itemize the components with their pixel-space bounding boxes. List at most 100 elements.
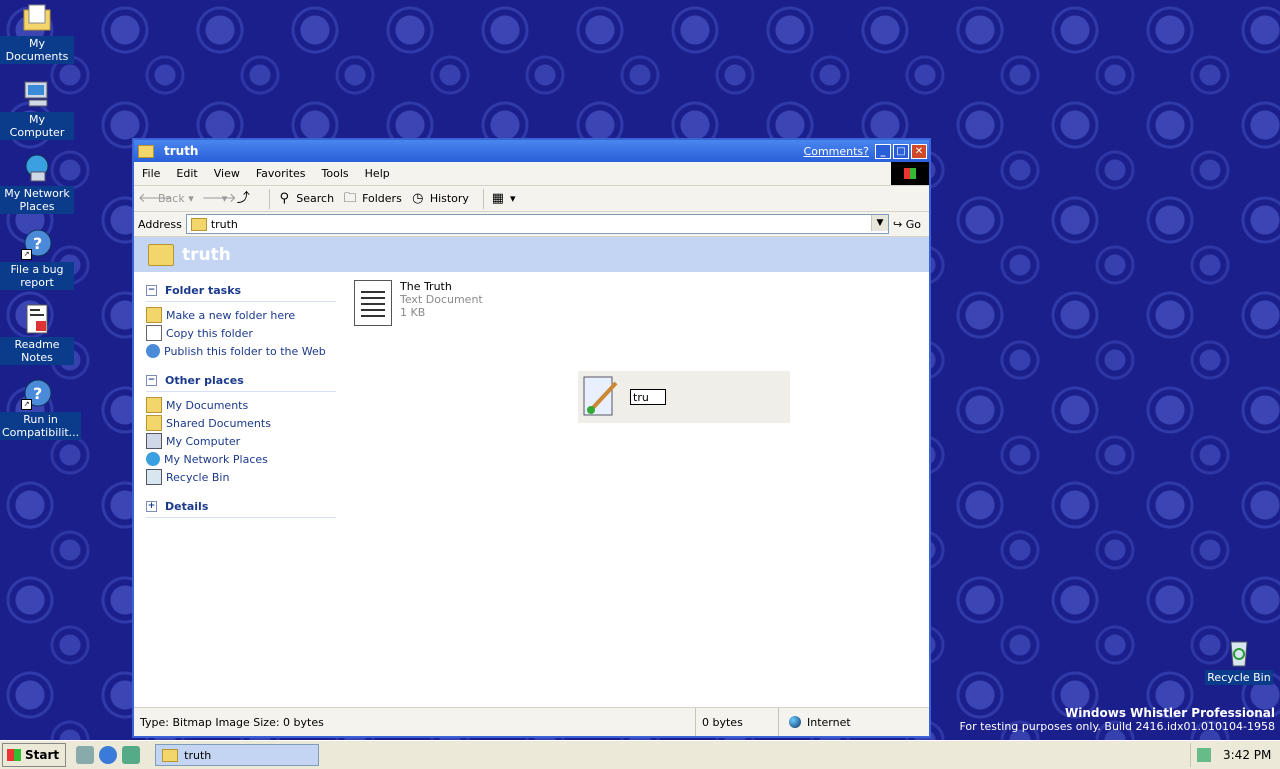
desktop-icon-label: My Network Places <box>0 186 74 214</box>
forward-button[interactable]: 🡒 ▾ <box>201 190 237 207</box>
window-title: truth <box>164 144 199 158</box>
folder-tasks-group: − Folder tasks Make a new folder here Cop… <box>146 282 336 360</box>
svg-text:?: ? <box>33 384 42 403</box>
network-places-icon <box>21 152 53 184</box>
views-icon: ▦ <box>491 190 505 206</box>
search-button[interactable]: ⚲ Search <box>276 190 335 207</box>
help-icon: ? ↗ <box>21 228 53 260</box>
status-bar: Type: Bitmap Image Size: 0 bytes 0 bytes… <box>134 707 929 736</box>
status-zone: Internet <box>779 708 929 736</box>
toolbar-separator <box>269 188 271 209</box>
place-my-computer[interactable]: My Computer <box>146 432 336 450</box>
windows-flag-icon <box>7 749 21 761</box>
folder-tasks-header[interactable]: − Folder tasks <box>146 282 336 302</box>
system-tray: 3:42 PM <box>1190 743 1280 767</box>
expand-icon[interactable]: + <box>146 501 157 512</box>
menu-file[interactable]: File <box>134 167 168 180</box>
folder-icon <box>138 144 154 158</box>
quick-launch <box>76 746 145 764</box>
rename-input[interactable]: tru <box>630 389 666 405</box>
maximize-button[interactable]: □ <box>893 143 909 159</box>
show-desktop-icon[interactable] <box>76 746 95 764</box>
collapse-icon[interactable]: − <box>146 285 157 296</box>
taskbar-button-truth[interactable]: truth <box>155 744 320 766</box>
folder-icon <box>146 415 162 431</box>
my-computer-icon <box>21 78 53 110</box>
details-group: + Details <box>146 498 336 518</box>
history-icon: ◷ <box>412 190 424 206</box>
menu-view[interactable]: View <box>206 167 248 180</box>
task-make-new-folder[interactable]: Make a new folder here <box>146 306 336 324</box>
text-document-icon <box>354 280 392 326</box>
place-shared-documents[interactable]: Shared Documents <box>146 414 336 432</box>
menu-help[interactable]: Help <box>357 167 398 180</box>
folders-icon: 🗀 <box>343 190 357 206</box>
history-button[interactable]: ◷ History <box>410 191 469 207</box>
taskbar: Start truth 3:42 PM <box>0 740 1280 769</box>
address-input[interactable]: truth ▼ <box>185 214 890 234</box>
desktop-icon-label: Run in Compatibilit... <box>0 412 82 440</box>
collapse-icon[interactable]: − <box>146 375 157 386</box>
desktop-icon-run-in-compatibility[interactable]: ? ↗ Run in Compatibilit... <box>0 378 82 440</box>
build-branding: Windows Whistler Professional For testin… <box>959 706 1275 733</box>
desktop-icon-label: My Computer <box>0 112 74 140</box>
desktop-icon-readme-notes[interactable]: Readme Notes <box>0 303 74 365</box>
clock[interactable]: 3:42 PM <box>1223 748 1271 762</box>
my-documents-icon <box>21 2 53 34</box>
file-item-the-truth[interactable]: The Truth Text Document 1 KB <box>354 280 483 326</box>
my-computer-icon <box>146 433 162 449</box>
up-folder-icon: ⤴ <box>236 190 250 206</box>
task-copy-folder[interactable]: Copy this folder <box>146 324 336 342</box>
back-button[interactable]: 🡐 Back ▾ <box>138 191 194 207</box>
new-bitmap-item[interactable]: tru <box>578 371 790 423</box>
desktop-icon-my-network-places[interactable]: My Network Places <box>0 152 74 214</box>
start-button[interactable]: Start <box>2 743 67 767</box>
desktop-icon-my-computer[interactable]: My Computer <box>0 78 74 140</box>
task-pane: − Folder tasks Make a new folder here Cop… <box>146 282 336 530</box>
file-size: 1 KB <box>400 306 426 319</box>
svg-text:?: ? <box>33 234 42 253</box>
search-icon: ⚲ <box>279 190 290 206</box>
chevron-down-icon[interactable]: ▼ <box>871 215 889 231</box>
internet-explorer-icon[interactable] <box>99 746 118 764</box>
windows-media-icon[interactable] <box>122 746 141 764</box>
minimize-button[interactable]: _ <box>875 143 891 159</box>
place-my-documents[interactable]: My Documents <box>146 396 336 414</box>
recycle-bin-icon <box>146 469 162 485</box>
help-icon: ? ↗ <box>21 378 53 410</box>
desktop-icon-recycle-bin[interactable]: Recycle Bin <box>1202 636 1276 685</box>
title-bar[interactable]: truth Comments? _ □ ✕ <box>134 140 929 162</box>
menu-favorites[interactable]: Favorites <box>248 167 314 180</box>
file-meta: The Truth Text Document 1 KB <box>400 280 483 326</box>
network-icon[interactable] <box>1197 748 1211 762</box>
menu-tools[interactable]: Tools <box>314 167 357 180</box>
go-button[interactable]: ↪ Go <box>893 218 921 231</box>
file-name: The Truth <box>400 280 452 293</box>
back-arrow-icon: 🡐 <box>138 190 173 206</box>
other-places-header[interactable]: − Other places <box>146 372 336 392</box>
views-button[interactable]: ▦ ▾ <box>490 191 516 207</box>
toolbar-separator <box>482 188 484 209</box>
forward-arrow-icon: 🡒 <box>201 190 237 206</box>
desktop-icon-file-a-bug-report[interactable]: ? ↗ File a bug report <box>0 228 74 290</box>
file-type: Text Document <box>400 293 483 306</box>
menu-edit[interactable]: Edit <box>168 167 205 180</box>
folder-icon <box>162 748 179 762</box>
place-my-network-places[interactable]: My Network Places <box>146 450 336 468</box>
globe-icon <box>789 716 801 728</box>
desktop-icon-my-documents[interactable]: My Documents <box>0 2 74 64</box>
go-arrow-icon: ↪ <box>893 217 903 231</box>
folder-icon <box>148 244 174 266</box>
details-header[interactable]: + Details <box>146 498 336 518</box>
status-type-info: Type: Bitmap Image Size: 0 bytes <box>134 708 696 736</box>
up-folder-button[interactable]: ⤴ <box>235 191 255 207</box>
folder-banner: truth <box>134 237 929 273</box>
task-publish-folder[interactable]: Publish this folder to the Web <box>146 342 336 360</box>
status-bytes: 0 bytes <box>696 708 779 736</box>
comments-link[interactable]: Comments? <box>804 145 869 158</box>
close-button[interactable]: ✕ <box>911 143 927 159</box>
desktop-icon-label: Recycle Bin <box>1205 670 1273 685</box>
menu-bar: File Edit View Favorites Tools Help <box>134 162 929 186</box>
folders-button[interactable]: 🗀 Folders <box>342 191 402 207</box>
place-recycle-bin[interactable]: Recycle Bin <box>146 468 336 486</box>
